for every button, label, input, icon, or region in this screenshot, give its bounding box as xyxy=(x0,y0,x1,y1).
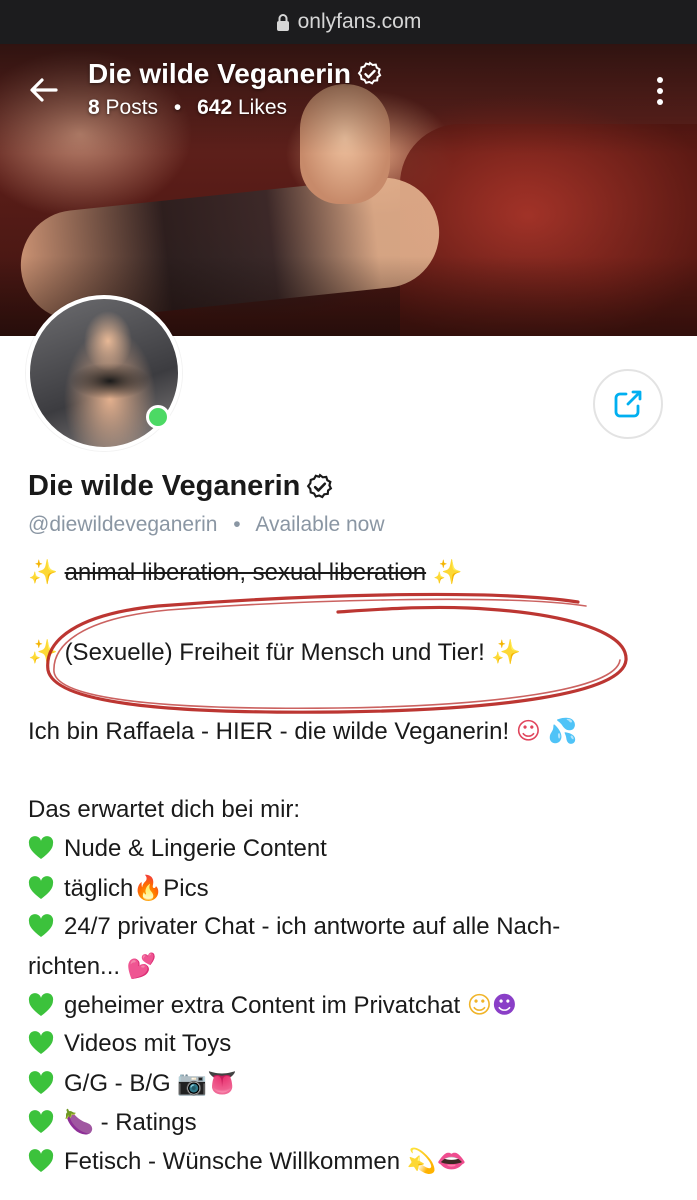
share-icon xyxy=(614,390,642,418)
posts-label: Posts xyxy=(105,96,159,119)
hot-face-emoji-icon: ☺ xyxy=(515,717,541,745)
bio-item-3-text: 24/7 privater Chat - ich antworte auf al… xyxy=(64,913,561,940)
profile-name-text: Die wilde Veganerin xyxy=(28,470,301,502)
bio-line-1-text: animal liberation, sexual liberation xyxy=(64,559,427,586)
devil-face-emoji-icon: ☻ xyxy=(491,991,517,1019)
green-heart-icon xyxy=(28,914,54,937)
bio-item-3-cont: richten... 💕 xyxy=(28,952,157,981)
likes-label: Likes xyxy=(238,96,288,119)
bio-item-2: täglich🔥Pics xyxy=(28,874,209,903)
bio-item-2-suffix: Pics xyxy=(163,875,209,902)
bio-item-3-cont-text: richten... xyxy=(28,953,121,980)
two-hearts-emoji-icon: 💕 xyxy=(126,952,157,980)
green-heart-icon xyxy=(28,1149,54,1172)
green-heart-icon xyxy=(28,836,54,859)
lips-emoji-icon: 👄 xyxy=(436,1147,467,1175)
fire-emoji-icon: 🔥 xyxy=(133,874,164,902)
handle-line: @diewildeveganerin • Available now xyxy=(28,513,385,536)
tongue-emoji-icon: 👅 xyxy=(207,1069,238,1097)
bio-line-3: Ich bin Raffaela - HIER - die wilde Vega… xyxy=(28,717,577,746)
green-heart-icon xyxy=(28,1071,54,1094)
dizzy-emoji-icon: 💫 xyxy=(406,1147,437,1175)
header-title-text: Die wilde Veganerin xyxy=(88,58,351,89)
bio-item-6-text: G/G - B/G xyxy=(64,1070,171,1097)
more-vertical-icon xyxy=(657,77,663,105)
bio-line-4: Das erwartet dich bei mir: xyxy=(28,796,301,823)
bio-item-6: G/G - B/G 📷👅 xyxy=(28,1069,237,1098)
share-button[interactable] xyxy=(593,369,663,439)
green-heart-icon xyxy=(28,876,54,899)
bio-item-5: Videos mit Toys xyxy=(28,1030,231,1058)
bio-item-1-text: Nude & Lingerie Content xyxy=(64,835,327,862)
online-status-indicator xyxy=(146,405,170,429)
green-heart-icon xyxy=(28,993,54,1016)
sweat-droplets-emoji-icon: 💦 xyxy=(547,717,578,745)
likes-count: 642 xyxy=(197,96,233,119)
green-heart-icon xyxy=(28,1110,54,1133)
posts-count: 8 xyxy=(88,96,100,119)
red-annotation-circle xyxy=(46,592,628,714)
sparkles-icon: ✨ xyxy=(432,558,463,586)
lock-icon xyxy=(276,13,290,31)
bio-item-5-text: Videos mit Toys xyxy=(64,1030,232,1057)
bio-item-4: geheimer extra Content im Privatchat ☺☻ xyxy=(28,991,517,1020)
sparkles-icon: ✨ xyxy=(28,558,58,586)
verified-check-icon xyxy=(307,473,333,498)
bio-item-8: Fetisch - Wünsche Willkommen 💫👄 xyxy=(28,1147,467,1176)
bio-line-3-text: Ich bin Raffaela - HIER - die wilde Vega… xyxy=(28,718,510,745)
back-button[interactable] xyxy=(26,72,62,108)
bio-item-7-text: - Ratings xyxy=(100,1109,197,1136)
profile-name: Die wilde Veganerin xyxy=(28,470,334,503)
header-title: Die wilde Veganerin xyxy=(88,58,383,90)
availability-status: Available now xyxy=(255,513,385,536)
verified-check-icon xyxy=(357,61,382,85)
bio-item-2-text: täglich xyxy=(64,875,134,902)
green-heart-icon xyxy=(28,1031,54,1054)
camera-emoji-icon: 📷 xyxy=(177,1069,208,1097)
eggplant-emoji-icon: 🍆 xyxy=(64,1108,94,1136)
browser-domain: onlyfans.com xyxy=(297,10,422,33)
bio-line-1: ✨ animal liberation, sexual liberation ✨ xyxy=(28,558,463,587)
bio-item-7: 🍆 - Ratings xyxy=(28,1108,197,1137)
halo-face-emoji-icon: ☺ xyxy=(466,991,492,1019)
bio-item-4-text: geheimer extra Content im Privatchat xyxy=(64,992,461,1019)
browser-url-bar[interactable]: onlyfans.com xyxy=(0,0,697,44)
profile-handle: @diewildeveganerin xyxy=(28,513,218,536)
bio-item-3: 24/7 privater Chat - ich antworte auf al… xyxy=(28,913,560,941)
bio-item-8-text: Fetisch - Wünsche Willkommen xyxy=(64,1148,401,1175)
more-options-button[interactable] xyxy=(652,76,668,106)
arrow-left-icon xyxy=(30,78,58,102)
bio-item-1: Nude & Lingerie Content xyxy=(28,835,327,863)
header-stats: 8 Posts • 642 Likes xyxy=(88,96,288,119)
